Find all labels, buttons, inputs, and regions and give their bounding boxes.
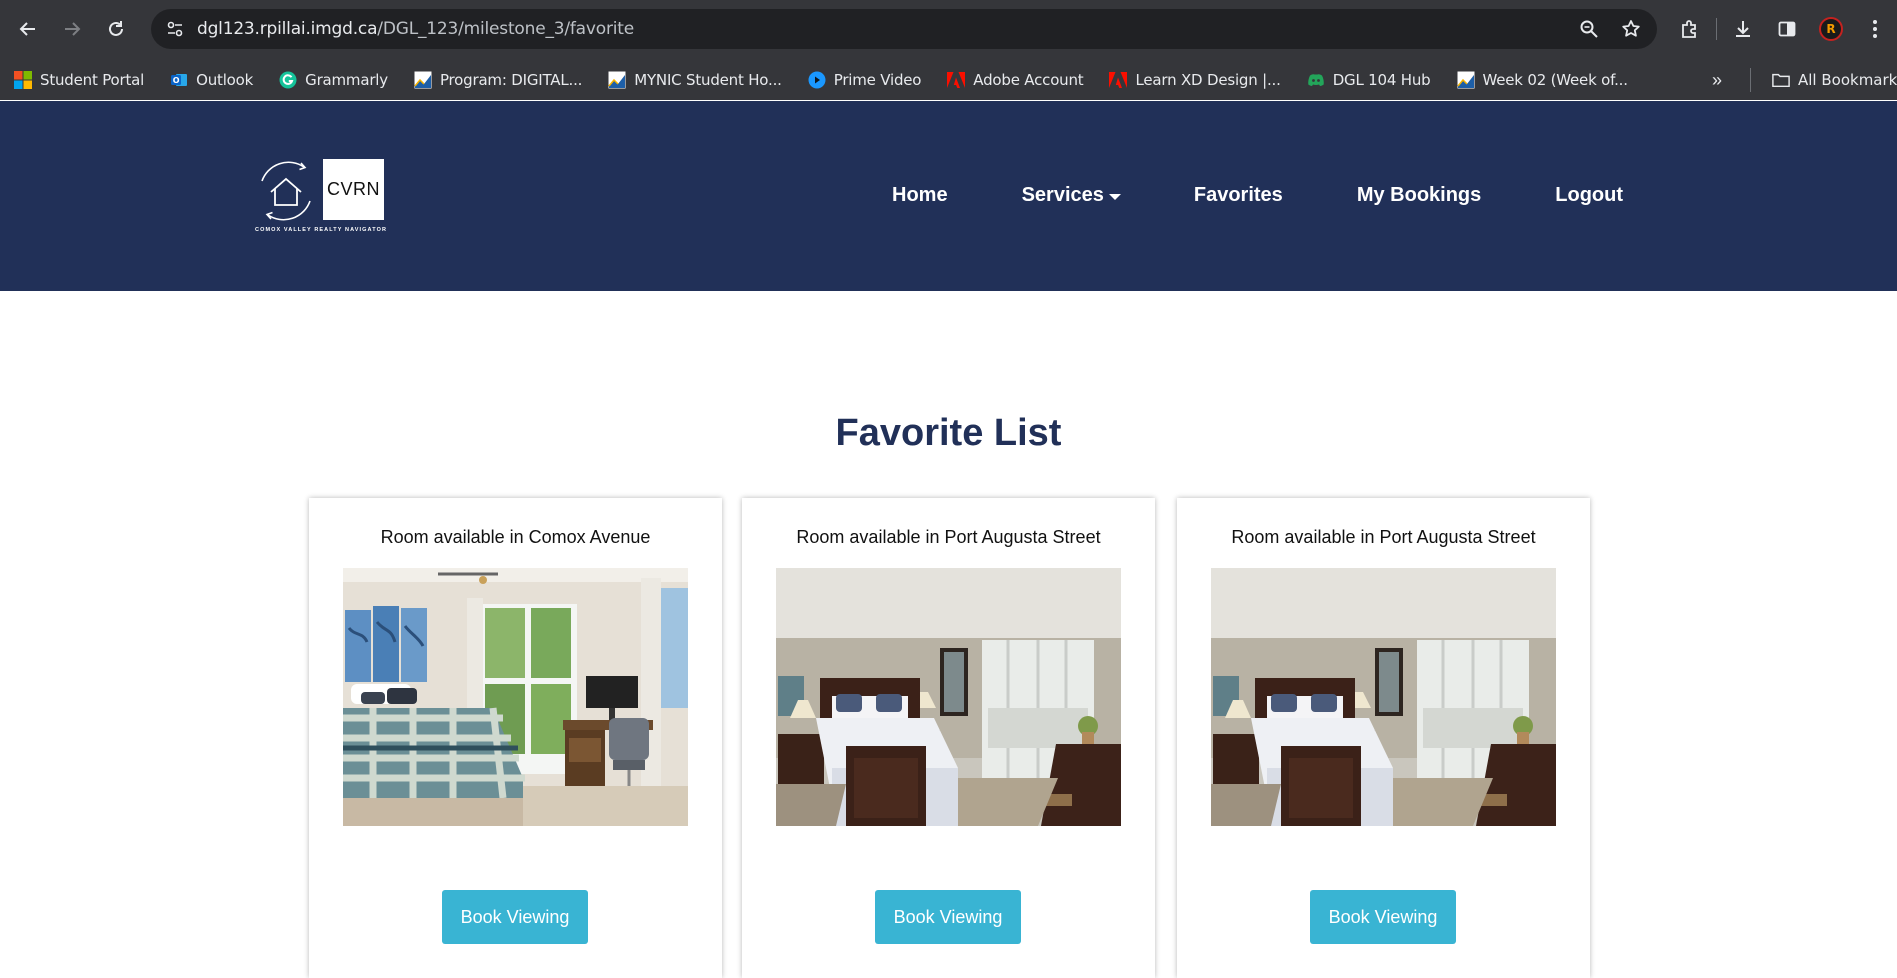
all-bookmarks-label: All Bookmarks bbox=[1798, 71, 1897, 89]
page-title: Favorite List bbox=[835, 412, 1062, 454]
bookmark-star-icon[interactable] bbox=[1613, 11, 1649, 47]
bedroom-photo-plaid bbox=[343, 568, 688, 826]
bookmark-label: Outlook bbox=[196, 71, 254, 89]
side-panel-icon[interactable] bbox=[1765, 7, 1809, 51]
bookmark-label: Grammarly bbox=[305, 71, 388, 89]
nav-home[interactable]: Home bbox=[892, 184, 948, 207]
bookmark-label: Prime Video bbox=[833, 71, 922, 89]
logo-tagline: COMOX VALLEY REALTY NAVIGATOR bbox=[255, 227, 388, 233]
bookmark-student-portal[interactable]: Student Portal bbox=[14, 71, 144, 89]
folder-icon bbox=[1772, 71, 1790, 89]
adobe-icon bbox=[947, 71, 966, 89]
back-icon[interactable] bbox=[6, 7, 50, 51]
microsoft-icon bbox=[14, 71, 32, 89]
caret-down-icon bbox=[1108, 193, 1121, 200]
outlook-icon: O bbox=[170, 71, 188, 89]
house-cycle-icon bbox=[261, 161, 311, 221]
profile-initial: R bbox=[1819, 17, 1843, 41]
bookmark-learn-xd[interactable]: Learn XD Design |... bbox=[1109, 71, 1281, 89]
bookmark-label: Adobe Account bbox=[973, 71, 1084, 89]
bedroom-photo-dark-wood bbox=[1211, 568, 1556, 826]
favorite-card: Room available in Port Augusta Street Bo… bbox=[1177, 498, 1590, 978]
logo-wordmark: CVRN bbox=[323, 159, 384, 220]
bookmark-dgl-104-hub[interactable]: DGL 104 Hub bbox=[1307, 71, 1431, 89]
nav-services[interactable]: Services bbox=[1022, 184, 1121, 207]
profile-avatar[interactable]: R bbox=[1809, 7, 1853, 51]
toolbar-divider bbox=[1716, 18, 1717, 40]
bookmarks-bar: Student Portal O Outlook Grammarly Progr… bbox=[0, 60, 1897, 100]
d2l-icon bbox=[1456, 71, 1475, 89]
extensions-icon[interactable] bbox=[1668, 7, 1712, 51]
adobe-icon bbox=[1109, 71, 1128, 89]
grammarly-icon bbox=[279, 71, 297, 89]
download-icon[interactable] bbox=[1721, 7, 1765, 51]
url-path: /DGL_123/milestone_3/favorite bbox=[377, 19, 635, 39]
book-viewing-button[interactable]: Book Viewing bbox=[1310, 890, 1456, 944]
bedroom-photo-dark-wood bbox=[776, 568, 1121, 826]
book-viewing-button[interactable]: Book Viewing bbox=[875, 890, 1021, 944]
browser-chrome: dgl123.rpillai.imgd.ca/DGL_123/milestone… bbox=[0, 0, 1897, 100]
card-title: Room available in Port Augusta Street bbox=[796, 527, 1101, 547]
url-host: dgl123.rpillai.imgd.ca bbox=[197, 19, 378, 39]
nav-services-label: Services bbox=[1021, 184, 1104, 206]
bookmark-label: Student Portal bbox=[40, 71, 145, 89]
bookmark-prime-video[interactable]: Prime Video bbox=[808, 71, 922, 89]
nav-my-bookings[interactable]: My Bookings bbox=[1357, 184, 1481, 207]
d2l-icon bbox=[608, 71, 626, 89]
bookmark-label: Program: DIGITAL... bbox=[439, 71, 583, 89]
bookmark-mynic[interactable]: MYNIC Student Ho... bbox=[608, 71, 782, 89]
favorite-card: Room available in Port Augusta Street Bo… bbox=[742, 498, 1155, 978]
forward-icon[interactable] bbox=[50, 7, 94, 51]
main-nav: Home Services Favorites My Bookings Logo… bbox=[892, 184, 1623, 207]
zoom-icon[interactable] bbox=[1571, 11, 1607, 47]
bookmark-adobe-account[interactable]: Adobe Account bbox=[947, 71, 1084, 89]
bookmark-grammarly[interactable]: Grammarly bbox=[279, 71, 388, 89]
more-bookmarks-icon[interactable]: » bbox=[1712, 60, 1722, 100]
site-logo[interactable]: CVRN COMOX VALLEY REALTY NAVIGATOR bbox=[254, 157, 394, 237]
bookmark-week-02[interactable]: Week 02 (Week of... bbox=[1456, 71, 1629, 89]
site-info-icon[interactable] bbox=[155, 9, 195, 49]
nav-logout[interactable]: Logout bbox=[1555, 184, 1623, 207]
bookmark-label: MYNIC Student Ho... bbox=[634, 71, 782, 89]
bookmarks-divider bbox=[1750, 68, 1751, 92]
card-title: Room available in Port Augusta Street bbox=[1231, 527, 1536, 547]
prime-video-icon bbox=[808, 71, 826, 89]
book-viewing-button[interactable]: Book Viewing bbox=[442, 890, 588, 944]
menu-kebab-icon[interactable] bbox=[1853, 7, 1897, 51]
nav-favorites[interactable]: Favorites bbox=[1194, 184, 1283, 207]
card-title: Room available in Comox Avenue bbox=[380, 527, 651, 547]
reload-icon[interactable] bbox=[94, 7, 138, 51]
discord-icon bbox=[1307, 71, 1325, 89]
favorite-card: Room available in Comox Avenue Book View… bbox=[309, 498, 722, 978]
svg-text:O: O bbox=[173, 76, 180, 85]
bookmark-label: Week 02 (Week of... bbox=[1482, 71, 1629, 89]
url-text: dgl123.rpillai.imgd.ca/DGL_123/milestone… bbox=[197, 19, 634, 39]
bookmark-label: DGL 104 Hub bbox=[1332, 71, 1431, 89]
bookmark-label: Learn XD Design |... bbox=[1135, 71, 1281, 89]
address-bar[interactable]: dgl123.rpillai.imgd.ca/DGL_123/milestone… bbox=[151, 9, 1657, 49]
bookmark-outlook[interactable]: O Outlook bbox=[170, 71, 253, 89]
all-bookmarks[interactable]: All Bookmarks bbox=[1772, 60, 1897, 100]
bookmark-program-digital[interactable]: Program: DIGITAL... bbox=[414, 71, 582, 89]
site-header: CVRN COMOX VALLEY REALTY NAVIGATOR Home … bbox=[0, 101, 1897, 291]
d2l-icon bbox=[414, 71, 432, 89]
